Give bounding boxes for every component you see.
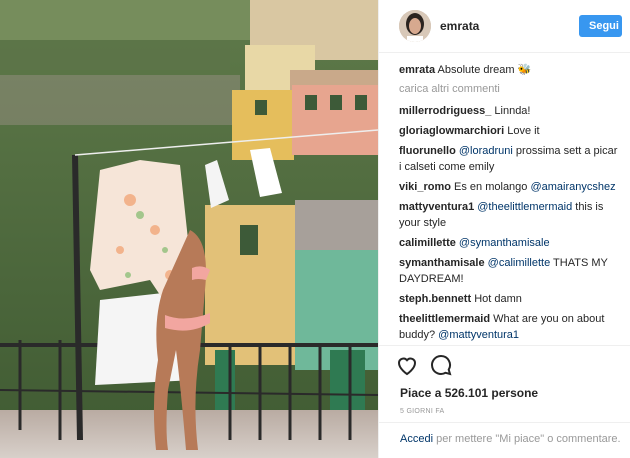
comment-item: calimillette @symanthamisale <box>399 235 622 251</box>
comment-item: millerrodriguess_ Linnda! <box>399 103 622 119</box>
likes-count[interactable]: Piace a 526.101 persone <box>400 386 622 400</box>
post-sidebar: emrata Segui emrata Absolute dream 🐝 car… <box>378 0 630 458</box>
post-header: emrata Segui <box>379 0 630 53</box>
comment-item: viki_romo Es en molango @amairanycshez <box>399 179 622 195</box>
comments-list: emrata Absolute dream 🐝 carica altri com… <box>379 62 630 345</box>
comment-item: fluorunello @loradruni prossima sett a p… <box>399 143 622 175</box>
load-more-comments[interactable]: carica altri commenti <box>399 82 622 96</box>
comment-item: steph.bennett Hot damn <box>399 291 622 307</box>
comment-username[interactable]: symanthamisale <box>399 257 485 269</box>
comment-item: symanthamisale @calimillette THATS MY DA… <box>399 255 622 287</box>
comment-icon[interactable] <box>429 353 457 381</box>
comment-username[interactable]: gloriaglowmarchiori <box>399 125 504 137</box>
comment-username[interactable]: calimillette <box>399 237 456 249</box>
action-icons <box>395 352 622 382</box>
comment-username[interactable]: viki_romo <box>399 181 451 193</box>
caption-username[interactable]: emrata <box>399 64 435 76</box>
comment-item: theelittlemermaid What are you on about … <box>399 311 622 343</box>
comment-item: gloriaglowmarchiori Love it <box>399 123 622 139</box>
heart-icon[interactable] <box>395 353 423 381</box>
comment-username[interactable]: fluorunello <box>399 145 456 157</box>
comment-text: Es en molango <box>454 181 531 193</box>
comment-item: mattyventura1 @theelittlemermaid this is… <box>399 199 622 231</box>
post-actions: Piace a 526.101 persone 5 GIORNI FA <box>379 345 630 415</box>
comment-text: Linnda! <box>494 105 531 117</box>
follow-button[interactable]: Segui <box>579 15 622 37</box>
comment-mention[interactable]: @calimillette <box>488 257 551 269</box>
username[interactable]: emrata <box>440 19 579 33</box>
comment-mention[interactable]: @symanthamisale <box>459 237 550 249</box>
comment-username[interactable]: millerrodriguess_ <box>399 105 491 117</box>
comment-text: Love it <box>507 125 540 137</box>
caption-text: Absolute dream <box>437 64 515 76</box>
comment-username[interactable]: steph.bennett <box>399 293 471 305</box>
caption: emrata Absolute dream 🐝 <box>399 62 622 78</box>
comment-username[interactable]: mattyventura1 <box>399 201 474 213</box>
comment-text: Hot damn <box>474 293 522 305</box>
post-photo <box>0 0 378 458</box>
comment-mention[interactable]: @theelittlemermaid <box>477 201 572 213</box>
login-link[interactable]: Accedi <box>400 433 433 445</box>
comment-username[interactable]: theelittlemermaid <box>399 313 490 325</box>
bee-emoji: 🐝 <box>517 64 532 76</box>
comment-mention[interactable]: @amairanycshez <box>530 181 615 193</box>
avatar[interactable] <box>399 10 431 42</box>
post-date: 5 GIORNI FA <box>400 408 445 415</box>
comment-mention[interactable]: @loradruni <box>459 145 513 157</box>
login-prompt: Accedi per mettere "Mi piace" o commenta… <box>379 422 630 447</box>
comment-mention[interactable]: @mattyventura1 <box>438 329 519 341</box>
login-text: per mettere "Mi piace" o commentare. <box>433 433 621 445</box>
